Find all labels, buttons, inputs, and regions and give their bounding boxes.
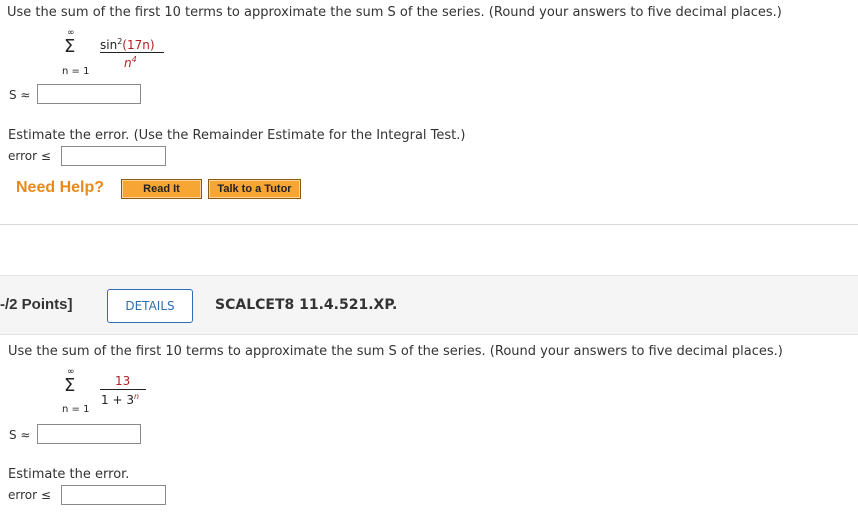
q2-s-input[interactable] bbox=[37, 424, 141, 444]
need-help-label: Need Help? bbox=[16, 179, 105, 196]
q1-lower-limit: n = 1 bbox=[62, 66, 90, 77]
q2-s-label: S ≈ bbox=[9, 428, 31, 442]
q2-error-instruction: Estimate the error. bbox=[8, 467, 130, 482]
q2-sigma-symbol: Σ bbox=[64, 375, 76, 396]
q1-numerator-fn: sin bbox=[100, 38, 118, 52]
q1-s-label: S ≈ bbox=[9, 88, 31, 102]
problem-code: SCALCET8 11.4.521.XP. bbox=[215, 297, 398, 313]
section-divider bbox=[0, 224, 858, 225]
q2-instruction: Use the sum of the first 10 terms to app… bbox=[8, 344, 783, 359]
q1-numerator: sin2(17n) bbox=[100, 37, 155, 52]
q1-denominator: n4 bbox=[124, 55, 137, 70]
q1-fraction-bar bbox=[100, 52, 164, 53]
q1-series: ∞ Σ sin2(17n) n4 n = 1 bbox=[60, 28, 180, 80]
q1-sigma-symbol: Σ bbox=[64, 36, 76, 57]
talk-to-tutor-button[interactable]: Talk to a Tutor bbox=[208, 179, 301, 199]
q1-instruction: Use the sum of the first 10 terms to app… bbox=[7, 5, 782, 20]
q1-error-input[interactable] bbox=[61, 146, 166, 166]
q1-s-input[interactable] bbox=[37, 84, 141, 104]
read-it-button[interactable]: Read It bbox=[121, 179, 202, 199]
q2-denominator-exp: n bbox=[133, 392, 140, 401]
q1-denominator-base: n bbox=[124, 56, 132, 70]
q2-denominator-base: 1 + 3 bbox=[101, 393, 134, 407]
q2-numerator: 13 bbox=[115, 374, 131, 388]
q2-denominator: 1 + 3n bbox=[101, 392, 139, 407]
q2-fraction-bar bbox=[100, 389, 146, 390]
q2-error-input[interactable] bbox=[61, 485, 166, 505]
q2-error-label: error ≤ bbox=[8, 488, 51, 502]
q2-series: ∞ Σ 13 1 + 3n n = 1 bbox=[60, 367, 180, 419]
details-button[interactable]: DETAILS bbox=[107, 289, 193, 323]
q1-denominator-exp: 4 bbox=[131, 55, 137, 64]
q1-error-instruction: Estimate the error. (Use the Remainder E… bbox=[8, 128, 466, 143]
points-label: -/2 Points] bbox=[0, 296, 73, 313]
q1-error-label: error ≤ bbox=[8, 149, 51, 163]
q1-numerator-arg: (17n) bbox=[122, 38, 155, 52]
q2-lower-limit: n = 1 bbox=[62, 404, 90, 415]
